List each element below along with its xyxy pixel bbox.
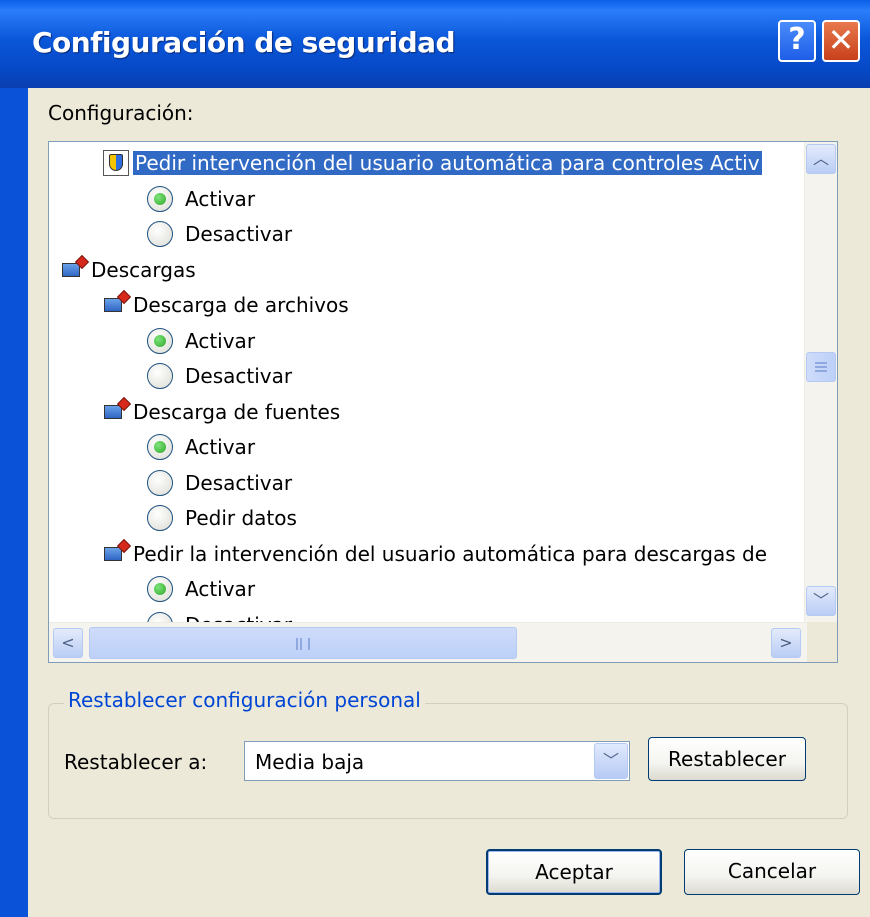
option-radio-row[interactable]: Desactivar	[147, 359, 292, 393]
tree-item-label: Activar	[185, 435, 256, 459]
option-radio-row[interactable]: Activar	[147, 182, 255, 216]
tree-item-label: Pedir datos	[185, 506, 297, 530]
setting-node[interactable]: Descarga de archivos	[103, 288, 349, 322]
security-level-select[interactable]: Media baja ﹀	[244, 741, 630, 781]
ok-button[interactable]: Aceptar	[486, 849, 662, 895]
tree-item-label: Activar	[185, 328, 256, 353]
setting-node[interactable]: Descarga de fuentes	[103, 395, 340, 429]
settings-tree[interactable]: Pedir intervención del usuario automátic…	[48, 141, 838, 663]
dropdown-button[interactable]: ﹀	[594, 743, 628, 779]
reset-group-legend: Restablecer configuración personal	[64, 688, 425, 712]
tree-item-label: Desactivar	[185, 222, 293, 246]
scroll-left-button[interactable]: <	[53, 628, 83, 658]
tree-item-label: Pedir intervención del usuario automátic…	[133, 151, 762, 175]
tree-item-label: Descargas	[91, 257, 196, 282]
chevron-up-icon: ︿	[812, 149, 829, 168]
radio-button[interactable]	[147, 363, 173, 389]
radio-button[interactable]	[147, 576, 173, 602]
option-radio-row[interactable]: Desactivar	[147, 466, 292, 500]
vertical-scrollbar[interactable]: ︿ ﹀	[804, 142, 837, 622]
tree-item-label: Descarga de archivos	[133, 293, 349, 317]
chevron-left-icon: <	[61, 633, 75, 652]
radio-button[interactable]	[147, 469, 173, 496]
radio-button[interactable]	[147, 327, 173, 354]
title-bar[interactable]: Configuración de seguridad ? ✕	[0, 0, 870, 88]
download-icon	[103, 292, 129, 318]
tree-item-label: Pedir la intervención del usuario automá…	[133, 541, 768, 566]
horizontal-scrollbar[interactable]: < >	[49, 622, 837, 662]
tree-item-label: Desactivar	[185, 470, 293, 495]
reset-button[interactable]: Restablecer	[648, 737, 806, 781]
window-frame-left	[0, 88, 28, 917]
settings-label: Configuración:	[48, 101, 194, 125]
close-icon: ✕	[827, 21, 855, 59]
tree-item-label: Desactivar	[185, 364, 293, 388]
window-title: Configuración de seguridad	[32, 26, 456, 59]
radio-button[interactable]	[147, 505, 173, 531]
tree-item-label: Activar	[185, 186, 256, 211]
download-icon	[103, 398, 129, 425]
download-icon	[103, 540, 129, 567]
help-icon: ?	[788, 22, 806, 57]
download-icon	[61, 256, 87, 283]
radio-button[interactable]	[147, 185, 173, 212]
tree-item-label: Activar	[185, 577, 256, 601]
category-node[interactable]: Descargas	[61, 253, 196, 287]
close-button[interactable]: ✕	[822, 20, 860, 62]
chevron-down-icon: ﹀	[602, 751, 619, 770]
option-radio-row[interactable]: Desactivar	[147, 217, 292, 251]
option-radio-row[interactable]: Activar	[147, 430, 255, 464]
security-level-value: Media baja	[255, 750, 365, 774]
reset-to-label: Restablecer a:	[64, 750, 208, 774]
scrollbar-corner	[807, 622, 837, 662]
horizontal-scroll-thumb[interactable]	[89, 627, 517, 659]
tree-item-label: Descarga de fuentes	[133, 399, 341, 424]
scroll-up-button[interactable]: ︿	[806, 144, 836, 174]
setting-node[interactable]: Pedir intervención del usuario automátic…	[103, 146, 762, 180]
vertical-scroll-thumb[interactable]	[806, 352, 836, 382]
chevron-down-icon: ﹀	[812, 591, 829, 610]
radio-button[interactable]	[147, 434, 173, 460]
help-button[interactable]: ?	[778, 20, 816, 62]
scroll-right-button[interactable]: >	[771, 628, 801, 658]
scroll-down-button[interactable]: ﹀	[806, 586, 836, 616]
option-radio-row[interactable]: Activar	[147, 572, 255, 606]
cancel-button[interactable]: Cancelar	[684, 849, 860, 895]
setting-node[interactable]: Pedir la intervención del usuario automá…	[103, 537, 767, 571]
option-radio-row[interactable]: Activar	[147, 324, 255, 358]
shield-icon	[103, 150, 129, 176]
option-radio-row[interactable]: Pedir datos	[147, 501, 297, 535]
chevron-right-icon: >	[779, 633, 793, 652]
radio-button[interactable]	[147, 221, 173, 247]
